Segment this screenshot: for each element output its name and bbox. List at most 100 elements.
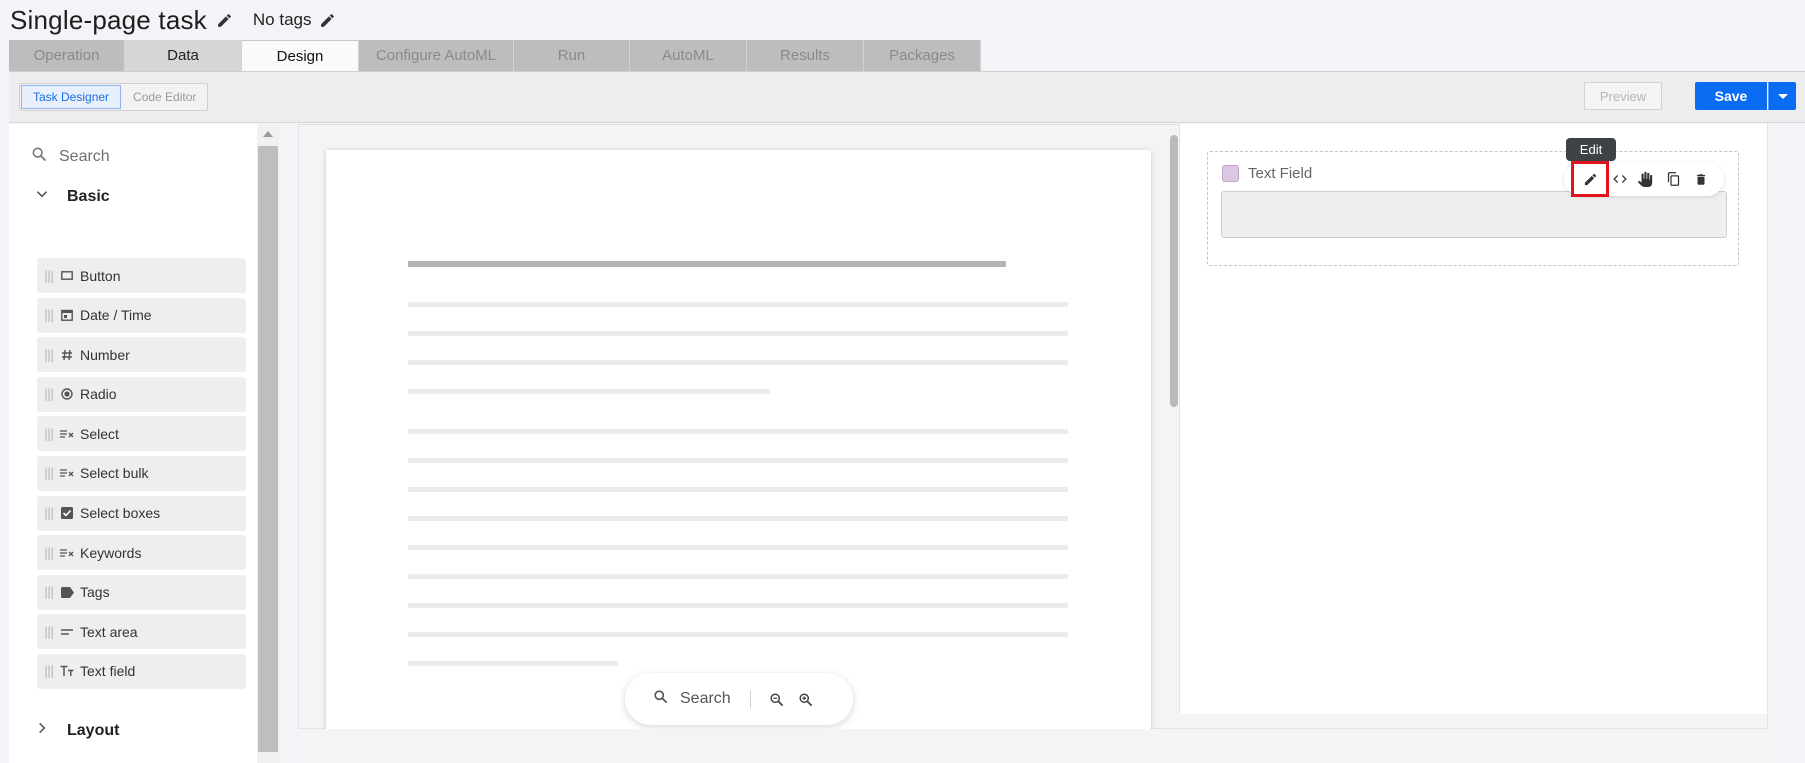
grip-icon: ||| (44, 664, 54, 679)
sidebar-scroll-thumb[interactable] (258, 146, 278, 752)
doc-line (408, 661, 618, 666)
component-radio[interactable]: ||| Radio (37, 376, 246, 412)
group-basic-label: Basic (67, 187, 110, 205)
tab-design[interactable]: Design (242, 40, 359, 71)
select-list-icon (59, 466, 75, 480)
grip-icon: ||| (44, 624, 54, 639)
text-format-icon (59, 664, 75, 678)
edit-icon[interactable] (1571, 161, 1609, 197)
text-lines-icon (59, 625, 75, 639)
hash-icon (59, 348, 75, 362)
tab-data[interactable]: Data (125, 40, 242, 71)
grip-icon: ||| (44, 387, 54, 402)
tab-run[interactable]: Run (514, 40, 630, 71)
document-scrollbar[interactable] (1170, 135, 1178, 407)
text-field-input[interactable] (1221, 191, 1727, 238)
save-options-button[interactable] (1768, 82, 1796, 110)
doc-line (408, 632, 1068, 637)
calendar-icon (59, 308, 75, 322)
copy-icon[interactable] (1660, 166, 1687, 192)
component-select-boxes[interactable]: ||| Select boxes (37, 495, 246, 531)
delete-icon[interactable] (1687, 166, 1714, 192)
mode-switch: Task Designer Code Editor (19, 83, 209, 111)
doc-line (408, 389, 770, 394)
preview-button[interactable]: Preview (1584, 82, 1662, 110)
doc-line (408, 331, 1068, 336)
drag-hand-icon[interactable] (1633, 166, 1660, 192)
doc-line (408, 302, 1068, 307)
group-basic[interactable]: Basic (35, 187, 110, 206)
component-select-bulk[interactable]: ||| Select bulk (37, 455, 246, 491)
save-button[interactable]: Save (1695, 82, 1767, 110)
doc-line (408, 516, 1068, 521)
task-designer-button[interactable]: Task Designer (21, 85, 122, 109)
component-label: Select boxes (80, 505, 161, 522)
grip-icon: ||| (44, 347, 54, 362)
zoom-out-icon[interactable] (767, 690, 785, 708)
component-label: Text field (80, 663, 136, 680)
button-icon (59, 269, 75, 283)
document-search-bar: Search (625, 673, 853, 725)
code-icon[interactable] (1606, 166, 1633, 192)
tab-configure-automl[interactable]: Configure AutoML (359, 40, 514, 71)
field-color-swatch (1222, 165, 1239, 182)
tab-operation[interactable]: Operation (9, 40, 125, 71)
tab-results[interactable]: Results (747, 40, 864, 71)
chevron-right-icon (35, 721, 49, 740)
component-label: Select (80, 425, 119, 442)
component-button[interactable]: ||| Button (37, 258, 246, 293)
component-date-time[interactable]: ||| Date / Time (37, 297, 246, 333)
sidebar-search (31, 146, 229, 167)
checkbox-icon (59, 506, 75, 520)
document-preview (326, 150, 1151, 730)
component-label: Text area (80, 623, 138, 640)
component-label: Date / Time (80, 307, 152, 324)
sidebar-scrollbar[interactable] (257, 124, 279, 763)
doc-line (408, 360, 1068, 365)
component-tags[interactable]: ||| Tags (37, 574, 246, 610)
title-row: Single-page task No tags (10, 4, 337, 36)
grip-icon: ||| (44, 545, 54, 560)
doc-line (408, 429, 1068, 434)
doc-heading-placeholder (408, 261, 1006, 267)
component-label: Keywords (80, 544, 142, 561)
grip-icon: ||| (44, 268, 54, 283)
grip-icon: ||| (44, 466, 54, 481)
component-label: Button (80, 267, 121, 284)
group-layout[interactable]: Layout (35, 721, 119, 740)
scroll-up-icon[interactable] (263, 131, 273, 137)
grip-icon: ||| (44, 506, 54, 521)
component-text-field[interactable]: ||| Text field (37, 653, 246, 689)
tab-automl[interactable]: AutoML (630, 40, 747, 71)
doc-line (408, 574, 1068, 579)
search-icon (31, 146, 47, 167)
component-action-bar (1564, 161, 1724, 197)
zoom-in-icon[interactable] (796, 690, 814, 708)
component-label: Tags (80, 584, 110, 601)
component-text-area[interactable]: ||| Text area (37, 614, 246, 650)
group-layout-label: Layout (67, 721, 120, 739)
edit-title-icon[interactable] (215, 10, 235, 30)
component-sidebar: Basic ||| Button ||| Date / Time ||| Num… (9, 124, 257, 763)
component-keywords[interactable]: ||| Keywords (37, 535, 246, 571)
doc-line (408, 487, 1068, 492)
document-search-input[interactable]: Search (680, 690, 740, 708)
component-number[interactable]: ||| Number (37, 337, 246, 373)
search-icon (653, 689, 668, 709)
code-editor-button[interactable]: Code Editor (122, 84, 207, 110)
grip-icon: ||| (44, 585, 54, 600)
doc-line (408, 458, 1068, 463)
chevron-down-icon (35, 187, 49, 206)
main-tabs: Operation Data Design Configure AutoML R… (9, 40, 981, 71)
component-label: Number (80, 346, 130, 363)
select-list-icon (59, 427, 75, 441)
page-title: Single-page task (10, 4, 207, 35)
caret-down-icon (1777, 93, 1788, 99)
toolbar: Task Designer Code Editor Preview Save (9, 71, 1805, 123)
component-search-input[interactable] (59, 147, 229, 166)
component-select[interactable]: ||| Select (37, 416, 246, 452)
grip-icon: ||| (44, 426, 54, 441)
tab-packages[interactable]: Packages (864, 40, 981, 71)
doc-line (408, 603, 1068, 608)
edit-tags-icon[interactable] (317, 10, 337, 30)
